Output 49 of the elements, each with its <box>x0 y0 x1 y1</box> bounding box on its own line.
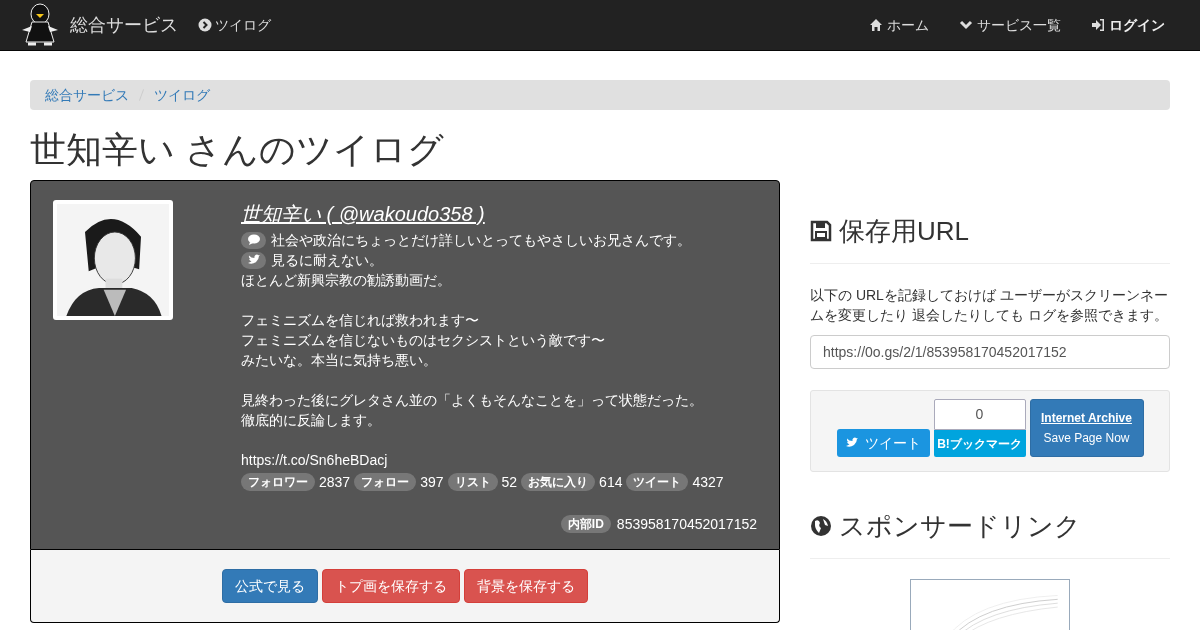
bio-paragraph: 見終わった後にグレタさん並の「よくもそんなことを」って状態だった。 徹底的に反論します。 <box>241 391 704 430</box>
stat-value: 2837 <box>319 473 351 492</box>
sign-in-icon <box>1091 18 1105 32</box>
stat-value: 614 <box>599 473 623 492</box>
bookmark-count: 0 <box>933 399 1026 430</box>
url-field[interactable]: https://0o.gs/2/1/853958170452017152 <box>810 335 1170 369</box>
bio-paragraph: ほとんど新興宗教の勧誘動画だ。 <box>241 271 452 290</box>
bird-icon <box>845 436 859 450</box>
archive-button[interactable]: Internet Archive Save Page Now <box>1029 399 1144 457</box>
section-title: スポンサードリンク <box>839 511 1081 541</box>
stat-badge: お気に入り <box>521 473 596 491</box>
chevron-down-icon <box>959 18 973 32</box>
bookmark-button[interactable]: B!ブックマーク <box>933 430 1026 457</box>
action-button[interactable]: トプ画を保存する <box>322 569 460 603</box>
stat-badge: ツイート <box>626 473 689 491</box>
bird-icon <box>246 253 261 267</box>
stat-value: 4327 <box>692 473 724 492</box>
home-icon <box>869 18 883 32</box>
speech-bubble-icon <box>246 233 261 247</box>
bio-paragraph: フェミニズムを信じれば救われます〜 フェミニズムを信じないものはセクシストという敵です〜 みたいな。本当に気持ち悪い。 <box>241 311 606 370</box>
bio-line: 社会や政治にちょっとだけ詳しいとってもやさしいお兄さんです。 <box>271 231 691 250</box>
penguin-logo-icon[interactable] <box>20 2 60 48</box>
nav-link[interactable]: ホーム <box>854 14 944 36</box>
section-title: 保存用URL <box>839 216 969 246</box>
breadcrumb-link[interactable]: 総合サービス <box>45 84 129 106</box>
stat-badge: フォロー <box>354 473 417 491</box>
circle-chevron-icon <box>198 18 212 32</box>
stat-value: 52 <box>501 473 518 492</box>
tweet-button[interactable]: ツイート <box>836 429 930 457</box>
stat-value: 397 <box>420 473 444 492</box>
nav-link[interactable]: ツイログ <box>198 14 271 36</box>
nav-link[interactable]: サービス一覧 <box>944 14 1076 36</box>
archive-action: Save Page Now <box>1043 431 1130 445</box>
internal-id-value: 853958170452017152 <box>616 515 757 534</box>
breadcrumb-link[interactable]: ツイログ <box>154 84 210 106</box>
action-button[interactable]: 背景を保存する <box>464 569 588 603</box>
bio-line: 見るに耐えない。 <box>271 251 383 270</box>
page-title: 世知辛い さんのツイログ <box>30 130 445 170</box>
profile-name-link[interactable]: 世知辛い ( @wakoudo358 ) <box>241 200 757 228</box>
archive-link[interactable]: Internet Archive <box>1041 411 1132 425</box>
action-button[interactable]: 公式で見る <box>222 569 318 603</box>
stat-badge: リスト <box>447 473 498 491</box>
globe-icon <box>810 515 832 537</box>
stat-badge: フォロワー <box>241 473 315 491</box>
nav-link[interactable]: ログイン <box>1076 14 1180 36</box>
internal-id-badge: 内部ID <box>560 515 611 533</box>
brand-link[interactable]: 総合サービス <box>70 11 178 39</box>
bio-paragraph: https://t.co/Sn6heBDacj <box>241 451 389 470</box>
save-url-description: 以下の URLを記録しておけば ユーザーがスクリーンネームを変更したり 退会したりしても ログを参照できます。 <box>810 286 1169 325</box>
